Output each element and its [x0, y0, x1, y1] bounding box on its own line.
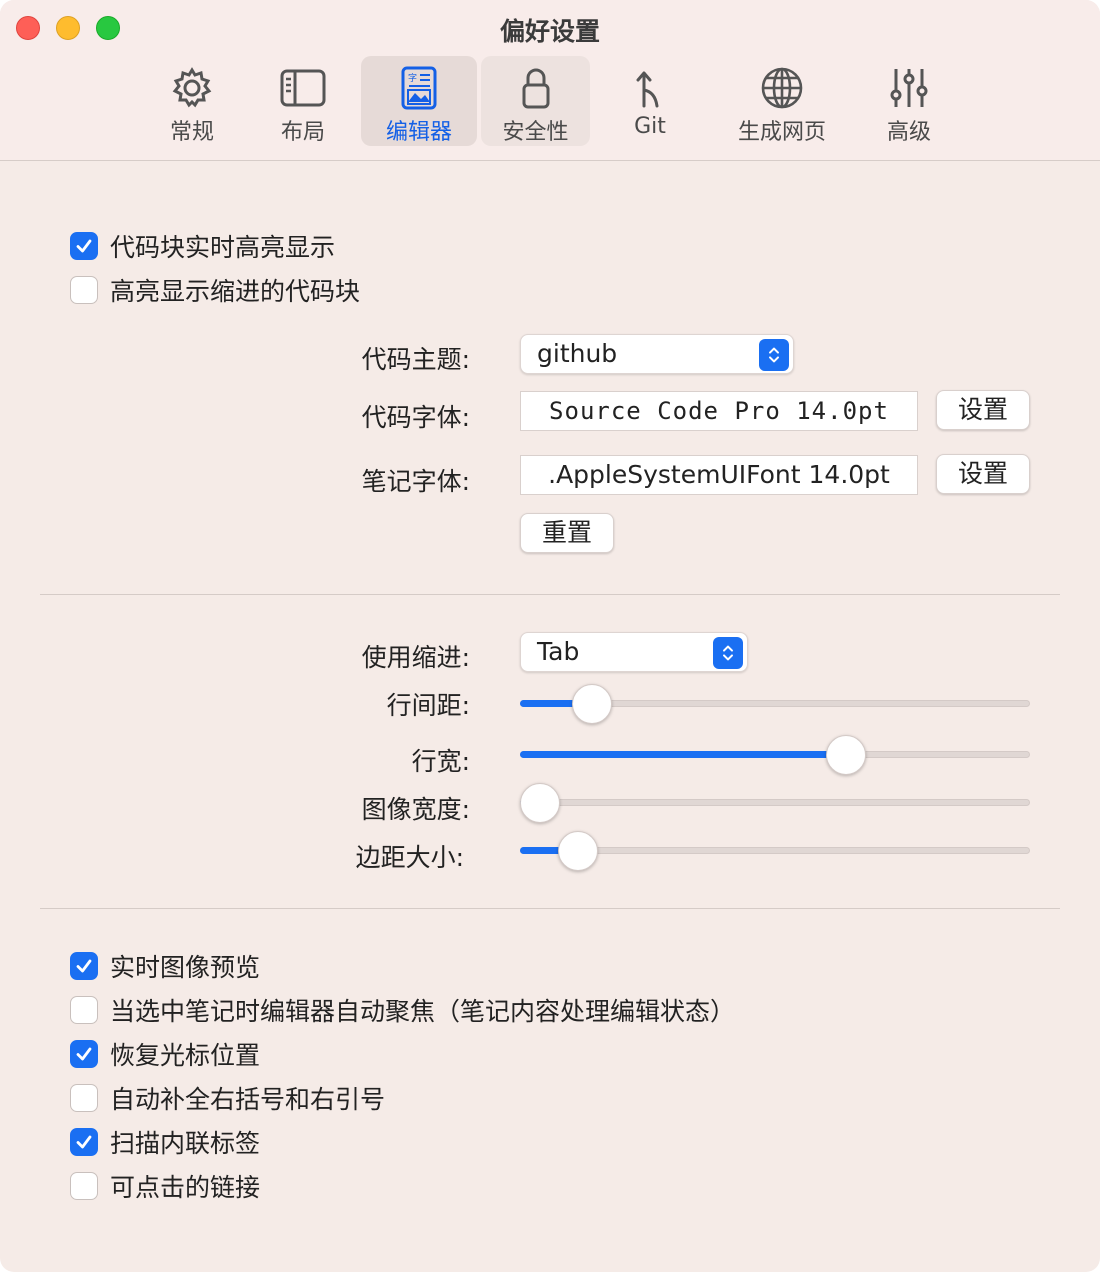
- tab-editor[interactable]: 字 编辑器: [361, 56, 477, 146]
- tab-label: 生成网页: [737, 120, 826, 145]
- code-theme-value: github: [537, 339, 618, 368]
- option-row[interactable]: 自动补全右括号和右引号: [70, 1084, 385, 1114]
- highlight-indented-code-row[interactable]: 高亮显示缩进的代码块: [70, 276, 360, 306]
- line-spacing-slider[interactable]: [520, 684, 1030, 724]
- line-spacing-label: 行间距:: [386, 691, 470, 720]
- sidebar-layout-icon: [280, 69, 326, 107]
- tab-git[interactable]: Git: [605, 56, 695, 146]
- note-font-label: 笔记字体:: [361, 467, 470, 496]
- editor-icon: 字: [401, 66, 437, 110]
- indent-label: 使用缩进:: [361, 643, 470, 672]
- tab-security[interactable]: 安全性: [481, 56, 590, 146]
- checkbox-label: 代码块实时高亮显示: [110, 233, 336, 262]
- lock-icon: [522, 68, 549, 109]
- checkbox-label: 扫描内联标签: [110, 1129, 261, 1158]
- tab-label: 安全性: [502, 120, 569, 145]
- option-checkbox[interactable]: [70, 1040, 98, 1068]
- sliders-icon: [890, 69, 928, 107]
- slider-knob[interactable]: [520, 783, 560, 823]
- checkmark-icon: [76, 239, 92, 253]
- code-font-field[interactable]: Source Code Pro 14.0pt: [520, 391, 918, 431]
- code-font-label: 代码字体:: [361, 403, 470, 432]
- tab-generate-webpage[interactable]: 生成网页: [725, 56, 839, 146]
- indent-popup[interactable]: Tab: [520, 632, 748, 672]
- checkbox-label: 可点击的链接: [110, 1173, 261, 1202]
- checkmark-icon: [76, 1135, 92, 1149]
- tab-label: 常规: [169, 120, 214, 145]
- highlight-code-blocks-checkbox[interactable]: [70, 232, 98, 260]
- code-theme-label: 代码主题:: [361, 345, 470, 374]
- option-checkbox[interactable]: [70, 952, 98, 980]
- slider-knob[interactable]: [557, 831, 598, 871]
- line-width-slider[interactable]: [520, 735, 1030, 775]
- window-title: 偏好设置: [499, 17, 600, 46]
- toolbar: 偏好设置 常规 布局 字 编辑器 安全性 Git 生成网页 高级: [0, 0, 1100, 161]
- line-width-label: 行宽:: [411, 747, 470, 776]
- option-row[interactable]: 可点击的链接: [70, 1172, 260, 1202]
- tab-label: 高级: [886, 120, 931, 145]
- option-row[interactable]: 扫描内联标签: [70, 1128, 260, 1158]
- option-row[interactable]: 当选中笔记时编辑器自动聚焦（笔记内容处理编辑状态）: [70, 996, 735, 1026]
- set-note-font-button[interactable]: 设置: [936, 454, 1030, 494]
- option-row[interactable]: 实时图像预览: [70, 952, 260, 982]
- highlight-indented-code-checkbox[interactable]: [70, 276, 98, 304]
- slider-knob[interactable]: [825, 735, 866, 775]
- checkbox-label: 实时图像预览: [110, 953, 261, 982]
- option-row[interactable]: 恢复光标位置: [70, 1040, 260, 1070]
- tab-layout[interactable]: 布局: [253, 56, 353, 146]
- divider: [40, 908, 1060, 909]
- checkbox-label: 恢复光标位置: [110, 1041, 261, 1070]
- tab-general[interactable]: 常规: [142, 56, 242, 146]
- divider: [40, 594, 1060, 595]
- gear-icon: [172, 67, 212, 108]
- tab-label: 布局: [280, 120, 325, 145]
- indent-value: Tab: [537, 637, 580, 666]
- slider-fill: [520, 751, 846, 758]
- preferences-window: 偏好设置 常规 布局 字 编辑器 安全性 Git 生成网页 高级 代码块实时高亮…: [0, 0, 1100, 1272]
- reset-fonts-button[interactable]: 重置: [520, 513, 614, 553]
- set-code-font-button[interactable]: 设置: [936, 390, 1030, 430]
- git-branch-icon: [636, 71, 659, 108]
- code-theme-popup[interactable]: github: [520, 334, 794, 374]
- checkbox-label: 自动补全右括号和右引号: [110, 1085, 386, 1114]
- option-checkbox[interactable]: [70, 1172, 98, 1200]
- checkbox-label: 高亮显示缩进的代码块: [110, 277, 361, 306]
- image-width-slider[interactable]: [520, 783, 1030, 823]
- globe-icon: [761, 67, 803, 109]
- note-font-field[interactable]: .AppleSystemUIFont 14.0pt: [520, 455, 918, 495]
- slider-knob[interactable]: [571, 684, 612, 724]
- checkmark-icon: [76, 959, 92, 973]
- margin-size-label: 边距大小:: [355, 843, 464, 872]
- tab-label: 编辑器: [385, 120, 452, 145]
- svg-text:字: 字: [408, 72, 417, 84]
- option-checkbox[interactable]: [70, 1128, 98, 1156]
- tab-label: Git: [634, 114, 666, 139]
- checkmark-icon: [76, 1047, 92, 1061]
- tab-advanced[interactable]: 高级: [861, 56, 957, 146]
- slider-track: [520, 799, 1030, 806]
- highlight-code-blocks-row[interactable]: 代码块实时高亮显示: [70, 232, 335, 262]
- popup-stepper-icon: [759, 339, 789, 371]
- checkbox-label: 当选中笔记时编辑器自动聚焦（笔记内容处理编辑状态）: [110, 997, 736, 1026]
- option-checkbox[interactable]: [70, 1084, 98, 1112]
- popup-stepper-icon: [713, 637, 743, 669]
- option-checkbox[interactable]: [70, 996, 98, 1024]
- margin-size-slider[interactable]: [520, 831, 1030, 871]
- image-width-label: 图像宽度:: [361, 795, 470, 824]
